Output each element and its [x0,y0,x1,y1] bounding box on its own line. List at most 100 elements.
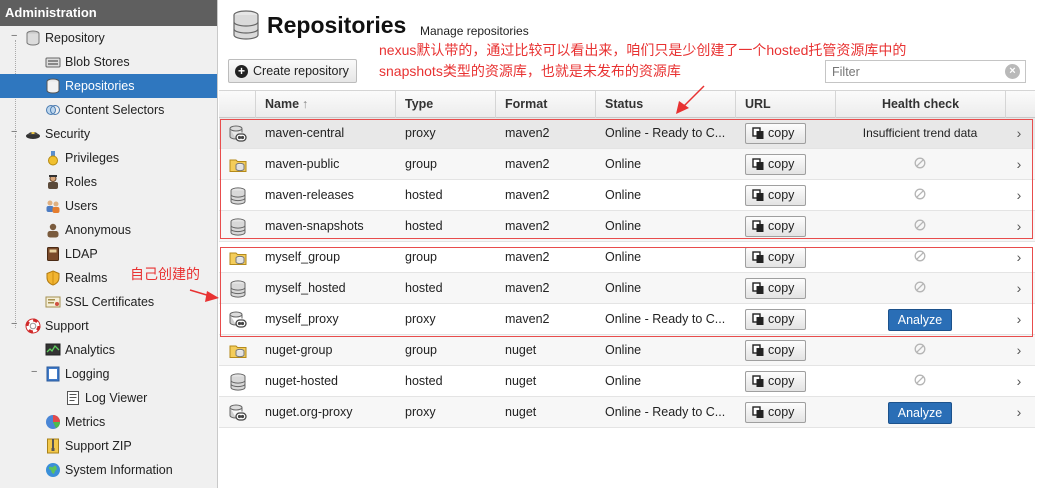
copy-url-button[interactable]: copy [745,340,806,361]
column-header-url[interactable]: URL [735,91,835,118]
repository-format: maven2 [505,250,550,264]
repository-row[interactable]: nuget-group group nuget Online copy › [219,335,1035,366]
analyze-button[interactable]: Analyze [888,402,952,424]
collapse-icon[interactable]: − [11,31,20,42]
sidebar-item-ssl-certificates[interactable]: SSL Certificates [0,290,217,314]
copy-url-button[interactable]: copy [745,154,806,175]
sidebar-item-roles[interactable]: Roles [0,170,217,194]
chevron-right-icon[interactable]: › [1009,366,1029,397]
annotation-note-line2: snapshots类型的资源库，也就是未发布的资源库 [379,63,681,79]
chevron-right-icon[interactable]: › [1009,397,1029,428]
column-header-chevron [1005,91,1035,118]
repo-type-icon-cell [219,211,255,242]
chevron-right-icon[interactable]: › [1009,335,1029,366]
create-repository-label: Create repository [253,64,349,78]
sidebar-item-system-information[interactable]: System Information [0,458,217,482]
sidebar-item-anonymous[interactable]: Anonymous [0,218,217,242]
repository-row[interactable]: maven-public group maven2 Online copy › [219,149,1035,180]
repo-type-icon-cell [219,149,255,180]
plus-icon: + [235,65,248,78]
repository-type: proxy [405,126,436,140]
repository-format: maven2 [505,281,550,295]
sidebar-item-logging[interactable]: − Logging [0,362,217,386]
column-header-status[interactable]: Status [595,91,735,118]
sidebar-item-repository[interactable]: − Repository [0,26,217,50]
column-header-name[interactable]: Name ↑ [255,91,395,118]
repository-row[interactable]: nuget.org-proxy proxy nuget Online - Rea… [219,397,1035,428]
repository-row[interactable]: maven-central proxy maven2 Online - Read… [219,118,1035,149]
repository-format: maven2 [505,188,550,202]
hosted-icon [230,187,246,205]
copy-label: copy [768,312,795,326]
copy-url-button[interactable]: copy [745,371,806,392]
repository-row[interactable]: myself_group group maven2 Online copy › [219,242,1035,273]
copy-label: copy [768,188,795,202]
repository-name: myself_hosted [265,281,346,295]
health-check [835,211,1005,242]
sidebar-item-analytics[interactable]: Analytics [0,338,217,362]
repository-row[interactable]: maven-snapshots hosted maven2 Online cop… [219,211,1035,242]
copy-url-button[interactable]: copy [745,402,806,423]
sidebar-item-metrics[interactable]: Metrics [0,410,217,434]
repository-url: copy [745,335,835,366]
repository-format: nuget [505,405,537,419]
chevron-right-icon[interactable]: › [1009,118,1029,149]
repository-name: maven-central [265,126,345,140]
repository-type: group [405,250,437,264]
certificate-icon [45,296,61,308]
copy-url-button[interactable]: copy [745,123,806,144]
chevron-right-icon[interactable]: › [1009,304,1029,335]
copy-url-button[interactable]: copy [745,216,806,237]
column-header-format[interactable]: Format [495,91,595,118]
filter-input[interactable] [825,60,1026,83]
copy-url-button[interactable]: copy [745,309,806,330]
sidebar-item-log-viewer[interactable]: Log Viewer [0,386,217,410]
repository-row[interactable]: myself_hosted hosted maven2 Online copy … [219,273,1035,304]
copy-url-button[interactable]: copy [745,247,806,268]
not-available-icon [914,343,926,355]
repository-type: proxy [405,405,436,419]
sidebar-item-privileges[interactable]: Privileges [0,146,217,170]
grid-body: maven-central proxy maven2 Online - Read… [219,118,1035,428]
chevron-right-icon[interactable]: › [1009,180,1029,211]
sidebar-item-repositories[interactable]: Repositories [0,74,217,98]
column-header-type[interactable]: Type [395,91,495,118]
sidebar-item-ldap[interactable]: LDAP [0,242,217,266]
sidebar-item-security[interactable]: − Security [0,122,217,146]
chevron-right-icon[interactable]: › [1009,273,1029,304]
clear-filter-icon[interactable]: × [1005,64,1020,79]
grid-header: Name ↑ Type Format Status URL Health chec… [219,90,1035,118]
sidebar-item-content-selectors[interactable]: Content Selectors [0,98,217,122]
sidebar-item-support-zip[interactable]: Support ZIP [0,434,217,458]
repository-row[interactable]: nuget-hosted hosted nuget Online copy › [219,366,1035,397]
health-check [835,273,1005,304]
copy-url-button[interactable]: copy [745,278,806,299]
not-available-icon [914,281,926,293]
repository-url: copy [745,180,835,211]
chevron-right-icon[interactable]: › [1009,242,1029,273]
chevron-right-icon[interactable]: › [1009,211,1029,242]
analyze-button[interactable]: Analyze [888,309,952,331]
sidebar-item-blob-stores[interactable]: Blob Stores [0,50,217,74]
copy-url-button[interactable]: copy [745,185,806,206]
collapse-icon[interactable]: − [11,319,20,330]
repo-type-icon-cell [219,366,255,397]
copy-label: copy [768,374,795,388]
column-header-health-check[interactable]: Health check [835,91,1005,118]
create-repository-button[interactable]: + Create repository [228,59,357,83]
copy-label: copy [768,219,795,233]
copy-label: copy [768,157,795,171]
repository-format: nuget [505,343,537,357]
repository-name: maven-releases [265,188,354,202]
collapse-icon[interactable]: − [31,367,40,378]
copy-icon [752,220,764,232]
proxy-icon [229,125,247,142]
repository-row[interactable]: maven-releases hosted maven2 Online copy… [219,180,1035,211]
sidebar-item-support[interactable]: − Support [0,314,217,338]
repository-url: copy [745,366,835,397]
sidebar-item-users[interactable]: Users [0,194,217,218]
collapse-icon[interactable]: − [11,127,20,138]
repository-url: copy [745,149,835,180]
chevron-right-icon[interactable]: › [1009,149,1029,180]
repository-row[interactable]: myself_proxy proxy maven2 Online - Ready… [219,304,1035,335]
